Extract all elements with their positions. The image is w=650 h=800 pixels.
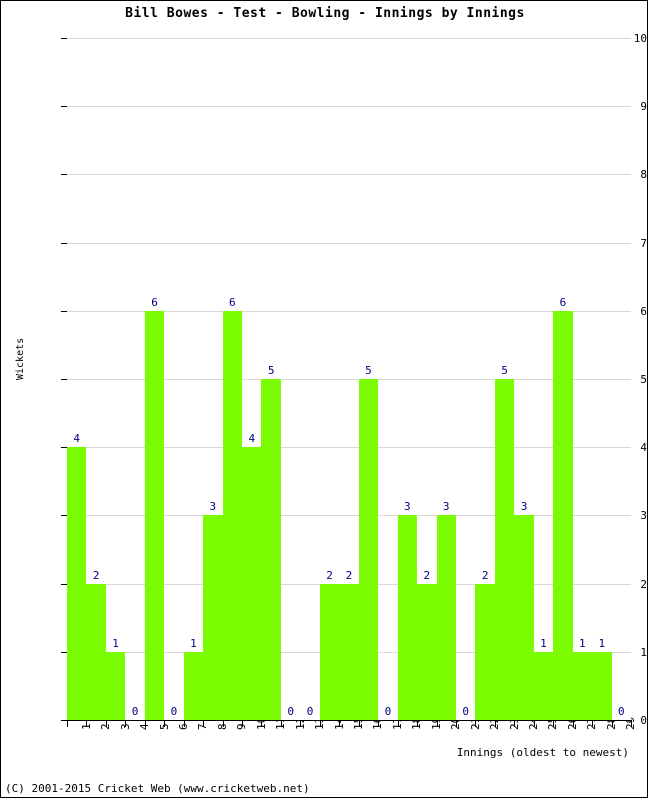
bar-value-label: 2: [345, 568, 353, 582]
y-axis-label: Wickets: [15, 337, 26, 380]
x-tick-mark: [280, 721, 282, 727]
bar: [67, 447, 87, 720]
x-tick-mark: [417, 721, 419, 727]
x-tick-mark: [494, 721, 496, 727]
x-tick-mark: [631, 721, 632, 727]
x-tick-mark: [222, 721, 224, 727]
bar-value-label: 0: [384, 705, 392, 718]
bar: [261, 379, 281, 720]
x-tick-mark: [105, 721, 107, 727]
x-tick-mark: [572, 721, 574, 727]
x-tick-mark: [319, 721, 321, 727]
x-tick-mark: [261, 721, 263, 727]
bar-value-label: 0: [617, 705, 625, 718]
x-tick-mark: [358, 721, 360, 727]
bar-value-label: 4: [248, 432, 256, 446]
bar-value-label: 3: [520, 500, 528, 514]
x-tick-mark: [339, 721, 341, 727]
gridline: [67, 106, 631, 108]
x-tick-mark: [86, 721, 88, 727]
gridline: [67, 242, 631, 244]
bar: [105, 651, 126, 720]
bar-value-label: 0: [306, 705, 314, 718]
x-tick-mark: [183, 721, 185, 727]
bar: [397, 515, 418, 720]
x-tick-mark: [436, 721, 438, 727]
gridline: [67, 174, 631, 176]
bar: [86, 583, 106, 720]
bar: [572, 651, 593, 720]
bar: [144, 310, 165, 720]
bar-value-label: 1: [579, 636, 586, 650]
bar: [417, 583, 437, 720]
bar: [553, 310, 573, 720]
x-tick-mark: [553, 721, 555, 727]
x-tick-mark: [300, 721, 302, 727]
bar-value-label: 5: [365, 364, 372, 377]
bar: [222, 310, 243, 720]
bar: [319, 583, 340, 720]
x-tick-mark: [397, 721, 399, 727]
bar-value-label: 1: [540, 636, 547, 650]
bar: [339, 583, 359, 720]
bar-value-label: 0: [462, 705, 469, 718]
bar: [592, 651, 612, 720]
bar-value-label: 2: [481, 568, 489, 582]
bar: [514, 515, 534, 720]
x-tick-mark: [592, 721, 594, 727]
bar: [183, 651, 204, 720]
bar: [475, 583, 495, 720]
chart-frame: Bill Bowes - Test - Bowling - Innings by…: [0, 0, 648, 798]
bar-value-label: 3: [404, 500, 411, 514]
gridline: [67, 38, 631, 39]
bar-value-label: 2: [92, 568, 100, 582]
bar-value-label: 5: [501, 364, 508, 377]
bar-value-label: 0: [287, 705, 294, 718]
x-tick-mark: [164, 721, 166, 727]
x-tick-mark: [533, 721, 535, 727]
chart-title: Bill Bowes - Test - Bowling - Innings by…: [125, 6, 525, 21]
x-tick-mark: [203, 721, 205, 727]
bar-value-label: 2: [326, 568, 333, 582]
bar: [242, 447, 262, 720]
bar: [203, 515, 223, 720]
x-tick-mark: [455, 721, 457, 727]
x-tick-mark: [242, 721, 244, 727]
x-tick-mark: [514, 721, 516, 727]
x-axis-label: Innings (oldest to newest): [456, 746, 629, 759]
x-tick-mark: [125, 721, 127, 727]
bar-value-label: 1: [112, 636, 119, 650]
bar-value-label: 0: [170, 705, 178, 718]
bar: [358, 379, 379, 720]
bar-value-label: 4: [73, 432, 81, 446]
x-tick-mark: [67, 721, 68, 727]
bar-value-label: 3: [442, 500, 450, 514]
footer-copyright: (C) 2001-2015 Cricket Web (www.cricketwe…: [5, 782, 310, 795]
x-tick-mark: [144, 721, 146, 727]
bar: [436, 515, 456, 720]
bar-value-label: 1: [598, 636, 606, 650]
bar-value-label: 6: [228, 295, 236, 309]
bar-value-label: 6: [559, 295, 567, 309]
bar-value-label: 3: [209, 500, 217, 514]
x-tick-mark: [378, 721, 380, 727]
x-tick-mark: [611, 721, 613, 727]
bar-value-label: 2: [423, 568, 431, 582]
bar-value-label: 0: [131, 705, 139, 718]
bar: [494, 379, 515, 720]
bar: [533, 651, 554, 720]
bar-value-label: 5: [267, 364, 275, 377]
x-tick-mark: [475, 721, 477, 727]
bar-value-label: 1: [190, 636, 197, 650]
plot-area: 42106013645002250323025316110: [67, 38, 631, 720]
bar-value-label: 6: [151, 295, 158, 309]
